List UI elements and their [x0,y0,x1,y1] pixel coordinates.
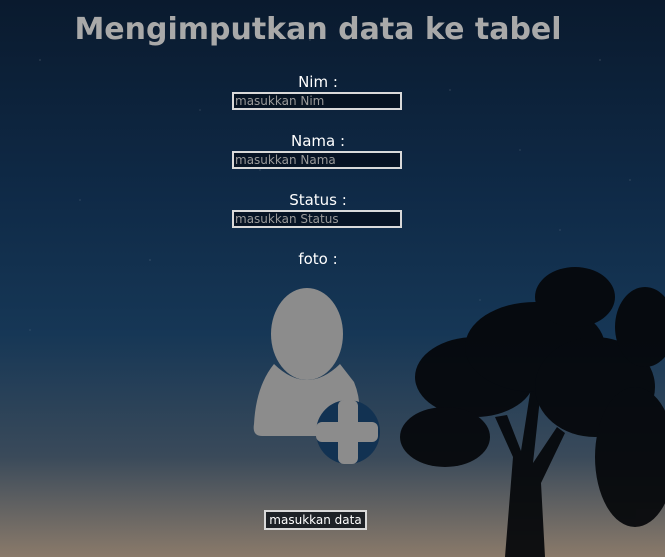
nim-label: Nim : [298,73,338,91]
foto-label: foto : [298,250,338,268]
nim-input[interactable] [232,92,402,110]
page-title: Mengimputkan data ke tabel [74,12,562,47]
add-user-icon[interactable] [252,286,380,470]
nama-label: Nama : [290,132,346,150]
tree-silhouette [400,267,665,557]
status-label: Status : [289,191,347,209]
submit-button[interactable]: masukkan data [264,510,367,530]
status-input[interactable] [232,210,402,228]
nama-input[interactable] [232,151,402,169]
